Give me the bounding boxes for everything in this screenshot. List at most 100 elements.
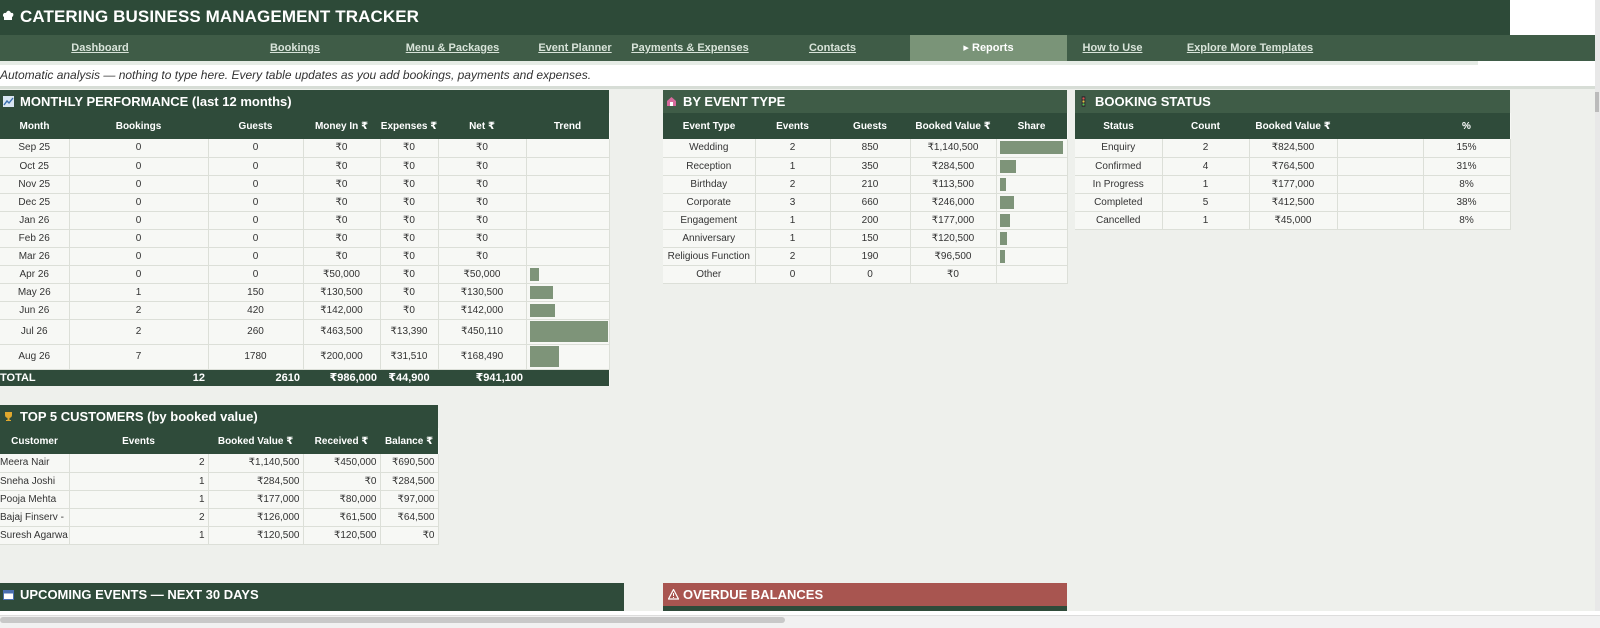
expenses-cell: ₹0	[380, 229, 439, 248]
event-type-header: BY EVENT TYPE	[663, 90, 1067, 113]
upcoming-events-title: UPCOMING EVENTS — NEXT 30 DAYS	[20, 587, 259, 602]
nav-bookings[interactable]: Bookings	[250, 35, 340, 61]
event-type-cell: Reception	[663, 157, 756, 176]
trend-bar-cell	[996, 193, 1068, 212]
customer-booked-cell: ₹120,500	[208, 526, 304, 545]
trend-bar-cell	[526, 265, 610, 284]
nav-menu-packages[interactable]: Menu & Packages	[395, 35, 510, 61]
event-type-cell: Religious Function	[663, 247, 756, 266]
traffic-light-icon	[1081, 96, 1086, 107]
nav-payments-expenses[interactable]: Payments & Expenses	[630, 35, 750, 61]
nav-contacts[interactable]: Contacts	[790, 35, 875, 61]
nav-dashboard[interactable]: Dashboard	[55, 35, 145, 61]
expenses-cell: ₹0	[380, 157, 439, 176]
customer-events-cell: 1	[69, 526, 209, 545]
customer-booked-cell: ₹126,000	[208, 508, 304, 527]
status-cell: Completed	[1075, 193, 1163, 212]
guests-cell: 0	[208, 157, 304, 176]
col-header: Guests	[208, 113, 303, 139]
expenses-cell: ₹31,510	[380, 344, 439, 370]
col-header: Balance ₹	[380, 428, 438, 454]
month-cell: Feb 26	[0, 229, 70, 248]
trend-bar	[999, 159, 1016, 173]
booking-status-row: Confirmed 4 ₹764,500 31%	[1075, 157, 1511, 176]
party-icon	[667, 97, 676, 106]
customer-received-cell: ₹450,000	[303, 454, 381, 473]
booking-status-row: Cancelled 1 ₹45,000 8%	[1075, 211, 1511, 230]
event-count-cell: 2	[755, 247, 831, 266]
customer-row: Bajaj Finserv -2 ₹126,000 ₹61,500 ₹64,500	[0, 508, 439, 527]
trend-bar-cell	[526, 211, 610, 230]
event-type-cell: Engagement	[663, 211, 756, 230]
expenses-cell: ₹0	[380, 247, 439, 266]
status-percent-cell: 8%	[1423, 211, 1511, 230]
event-value-cell: ₹177,000	[910, 211, 997, 230]
bookings-cell: 0	[69, 247, 209, 266]
booking-status-table: Status Count Booked Value ₹ % Enquiry 2 ₹8…	[1075, 113, 1511, 230]
booking-status-row: Completed 5 ₹412,500 38%	[1075, 193, 1511, 212]
status-value-cell: ₹45,000	[1249, 211, 1338, 230]
title-banner: CATERING BUSINESS MANAGEMENT TRACKER	[0, 0, 1510, 35]
event-count-cell: 1	[755, 211, 831, 230]
customer-balance-cell: ₹64,500	[380, 508, 439, 527]
customer-row: Pooja Mehta 1 ₹177,000 ₹80,000 ₹97,000	[0, 490, 439, 509]
event-type-cell: Birthday	[663, 175, 756, 194]
net-cell: ₹0	[438, 157, 527, 176]
event-type-section: BY EVENT TYPE Event Type Events Guests B…	[663, 90, 1068, 284]
status-spacer-cell	[1337, 211, 1424, 230]
trend-bar-cell	[996, 211, 1068, 230]
col-header: Booked Value ₹	[910, 113, 996, 139]
col-header: Events	[69, 428, 208, 454]
month-cell: Dec 25	[0, 193, 70, 212]
trend-bar	[529, 285, 553, 299]
status-count-cell: 2	[1162, 139, 1250, 158]
expenses-cell: ₹0	[380, 175, 439, 194]
nav-explore-templates[interactable]: Explore More Templates	[1180, 35, 1320, 61]
event-value-cell: ₹120,500	[910, 229, 997, 248]
col-header: Trend	[526, 113, 609, 139]
vertical-scroll-thumb[interactable]	[1595, 92, 1599, 112]
overdue-table-top	[663, 606, 1067, 611]
event-guests-cell: 350	[830, 157, 911, 176]
col-header: Share	[996, 113, 1067, 139]
customer-name-cell: Bajaj Finserv -	[0, 508, 70, 527]
monthly-row: Feb 26 0 0 ₹0 ₹0 ₹0	[0, 229, 610, 248]
customer-row: Suresh Agarwa 1 ₹120,500 ₹120,500 ₹0	[0, 526, 439, 545]
nav-bar: Dashboard Bookings Menu & Packages Event…	[0, 35, 1595, 61]
money-in-cell: ₹0	[303, 211, 381, 230]
col-header: Events	[755, 113, 830, 139]
expenses-cell: ₹0	[380, 265, 439, 284]
event-type-title: BY EVENT TYPE	[683, 94, 786, 109]
trend-bar-cell	[526, 157, 610, 176]
monthly-header-row: Month Bookings Guests Money In ₹ Expense…	[0, 113, 609, 139]
status-value-cell: ₹824,500	[1249, 139, 1338, 158]
horizontal-scroll-thumb[interactable]	[0, 617, 785, 623]
app-title: CATERING BUSINESS MANAGEMENT TRACKER	[20, 7, 420, 26]
trend-bar-cell	[996, 175, 1068, 194]
customer-events-cell: 2	[69, 454, 209, 473]
status-spacer-cell	[1337, 193, 1424, 212]
trend-bar-cell	[526, 283, 610, 302]
nav-event-planner[interactable]: Event Planner	[530, 35, 620, 61]
event-guests-cell: 200	[830, 211, 911, 230]
guests-cell: 150	[208, 283, 304, 302]
money-in-cell: ₹0	[303, 157, 381, 176]
bookings-cell: 0	[69, 193, 209, 212]
col-header: %	[1423, 113, 1510, 139]
top-customers-section: TOP 5 CUSTOMERS (by booked value) Custom…	[0, 405, 439, 545]
event-type-row: Other 0 0 ₹0	[663, 265, 1068, 284]
net-cell: ₹0	[438, 193, 527, 212]
event-count-cell: 1	[755, 157, 831, 176]
month-cell: Oct 25	[0, 157, 70, 176]
event-guests-cell: 210	[830, 175, 911, 194]
net-cell: ₹130,500	[438, 283, 527, 302]
nav-how-to-use[interactable]: How to Use	[1070, 35, 1155, 61]
event-value-cell: ₹0	[910, 265, 997, 284]
guests-cell: 0	[208, 193, 304, 212]
guests-cell: 0	[208, 211, 304, 230]
customer-name-cell: Pooja Mehta	[0, 490, 70, 509]
nav-reports[interactable]: ▸ Reports	[910, 35, 1067, 61]
monthly-row: Aug 26 7 1780 ₹200,000 ₹31,510 ₹168,490	[0, 344, 610, 370]
trend-bar-cell	[526, 301, 610, 320]
trend-bar-cell	[526, 344, 610, 370]
